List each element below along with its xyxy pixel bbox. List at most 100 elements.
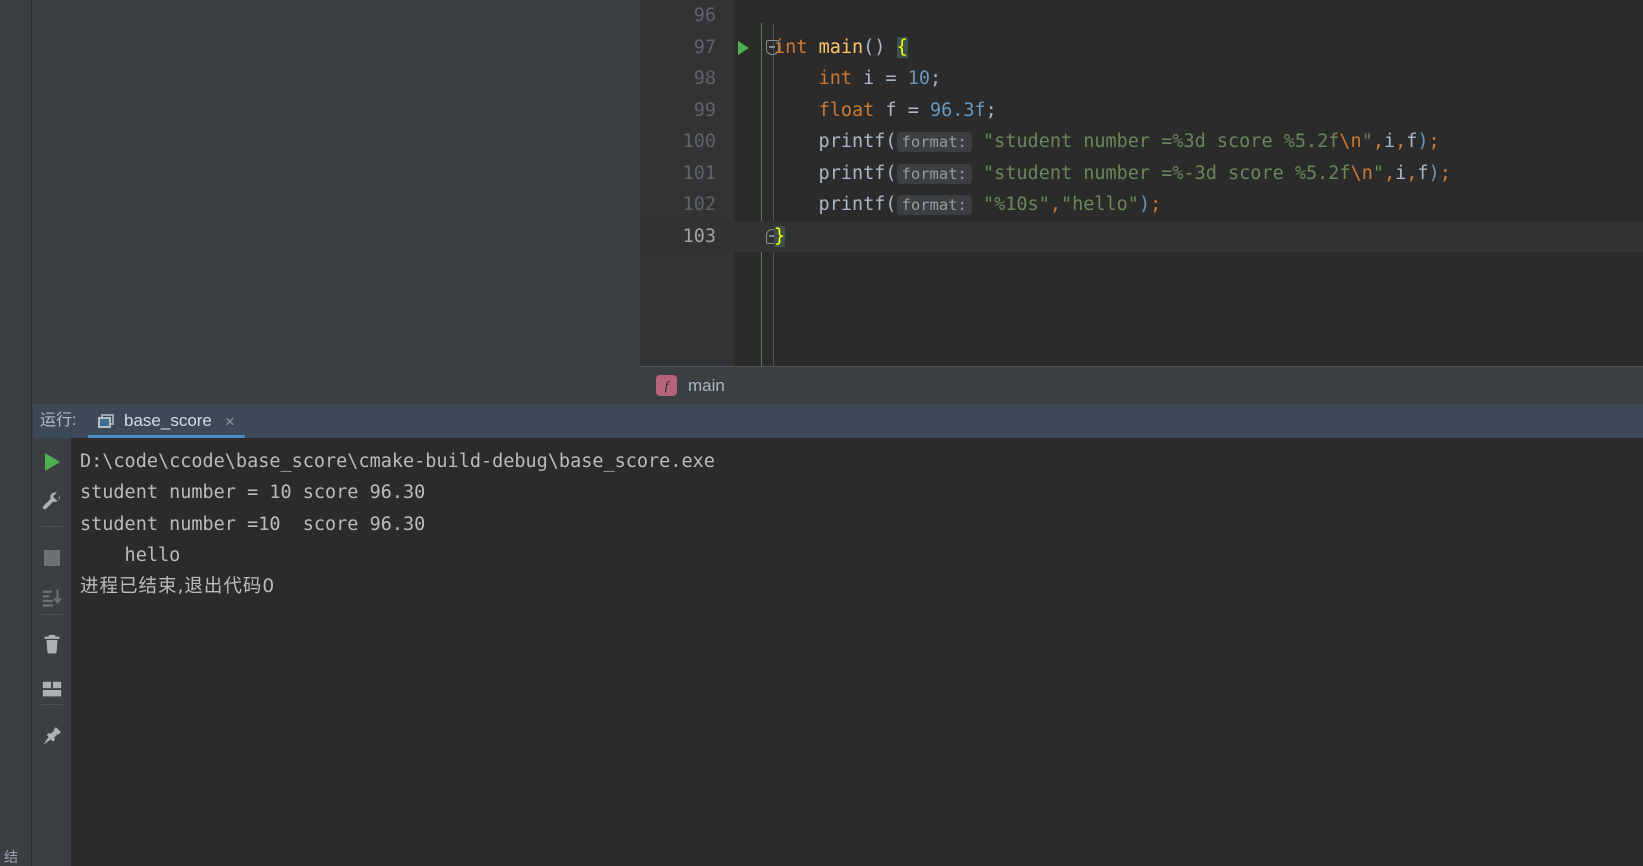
code-token: printf( [774, 194, 897, 215]
code-token: = [907, 99, 930, 121]
run-tool-window: 运行: base_score × D:\code\ccode\base_scor… [33, 404, 1643, 866]
code-token: { [896, 36, 908, 58]
scroll-to-end-icon-glyph [42, 589, 62, 607]
line-number: 96 [693, 5, 716, 26]
console-window-icon [98, 413, 115, 429]
stop-square [44, 550, 60, 566]
line-number: 101 [682, 162, 716, 184]
code-token: , [1395, 131, 1407, 152]
run-side-toolbar[interactable] [33, 438, 72, 866]
code-text: int main() { [774, 32, 908, 64]
pin-tab-icon-glyph [43, 727, 61, 745]
code-line[interactable]: 102 printf(format: "%10s","hello"); [640, 189, 1643, 221]
code-token: "hello" [1060, 194, 1139, 215]
code-line[interactable]: 96 [640, 0, 1643, 32]
layout-icon-glyph [42, 681, 62, 697]
breadcrumb-item-main[interactable]: main [688, 376, 725, 396]
console-line: student number =10 score 96.30 [80, 513, 426, 535]
toolbar-separator [41, 526, 63, 527]
code-token: , [1049, 194, 1061, 215]
run-window-title: 运行: [40, 412, 77, 429]
code-token: } [774, 225, 786, 247]
ide-window: 结 96 97 int main() {98 int i = 10; 99 float… [0, 0, 1643, 866]
run-gutter-icon[interactable] [738, 40, 749, 55]
line-number: 102 [682, 194, 716, 215]
left-strip-glyph[interactable]: 结 [4, 848, 28, 866]
code-token: ) [1417, 131, 1429, 152]
code-token: "student number =%-3d score %5.2f [983, 162, 1351, 184]
breadcrumb[interactable]: f main [640, 366, 1643, 404]
code-token: i [1395, 162, 1407, 184]
code-text: printf(format: "student number =%3d scor… [774, 126, 1440, 159]
code-token: ; [929, 68, 942, 89]
param-hint: format: [896, 195, 972, 215]
console-line: D:\code\ccode\base_score\cmake-build-deb… [80, 451, 715, 472]
code-token: "student number =%3d score %5.2f [983, 131, 1340, 152]
close-icon[interactable]: × [225, 413, 235, 430]
code-token: , [1383, 162, 1396, 184]
line-number: 97 [693, 36, 716, 58]
param-hint: format: [896, 163, 972, 184]
code-text: } [774, 221, 786, 253]
code-text: float f = 96.3f; [774, 95, 997, 127]
rerun-icon[interactable] [33, 442, 71, 482]
function-badge-icon: f [656, 375, 677, 396]
code-token: ) [1428, 162, 1440, 184]
line-number: 98 [693, 68, 716, 89]
code-token: "%10s" [983, 194, 1050, 215]
code-line[interactable]: 103} [640, 220, 1643, 253]
code-line[interactable]: 97 int main() { [640, 32, 1643, 64]
code-text: printf(format: "%10s","hello"); [774, 189, 1161, 222]
run-tab-base-score[interactable]: base_score × [88, 404, 245, 438]
code-line[interactable]: 101 printf(format: "student number =%-3d… [640, 158, 1643, 190]
code-token: " [1361, 131, 1373, 152]
settings-icon-glyph [42, 492, 60, 510]
code-token: ; [985, 99, 997, 121]
line-number: 99 [693, 99, 716, 121]
code-token: f [1406, 131, 1418, 152]
code-token: ; [1439, 162, 1451, 184]
code-token: 96.3f [929, 99, 986, 121]
code-text: printf(format: "student number =%-3d sco… [774, 158, 1451, 191]
code-token: int [818, 68, 852, 89]
code-line[interactable]: 100 printf(format: "student number =%3d … [640, 126, 1643, 158]
scroll-to-end-icon[interactable] [33, 578, 71, 618]
code-token: f [874, 99, 908, 121]
clear-all-icon[interactable] [33, 624, 71, 664]
code-token: i [1383, 131, 1396, 152]
line-number: 100 [682, 131, 716, 152]
console-output[interactable]: D:\code\ccode\base_score\cmake-build-deb… [72, 438, 1643, 866]
code-line[interactable]: 99 float f = 96.3f; [640, 95, 1643, 127]
code-token: , [1372, 131, 1384, 152]
run-tab-header: 运行: base_score × [33, 404, 1643, 438]
code-lines[interactable]: 96 97 int main() {98 int i = 10; 99 float f… [640, 0, 1643, 366]
code-token: \n [1339, 131, 1362, 152]
code-editor[interactable]: 96 97 int main() {98 int i = 10; 99 float f… [640, 0, 1643, 366]
console-line: hello [80, 544, 181, 566]
code-token: \n [1350, 162, 1373, 184]
param-hint: format: [896, 132, 972, 152]
code-token: , [1406, 162, 1418, 184]
code-token: " [1372, 162, 1384, 184]
settings-icon[interactable] [33, 482, 71, 522]
code-token: float [818, 99, 875, 121]
code-line[interactable]: 98 int i = 10; [640, 63, 1643, 95]
code-token: f [1417, 162, 1429, 184]
code-token: ) [1138, 194, 1151, 215]
console-line: student number = 10 score 96.30 [80, 482, 426, 504]
layout-icon[interactable] [33, 670, 71, 710]
line-number: 103 [682, 225, 716, 247]
code-token: int [774, 36, 808, 58]
code-token: = [885, 68, 908, 89]
pin-tab-icon[interactable] [33, 716, 71, 756]
left-tool-strip: 结 [0, 0, 32, 866]
stop-icon[interactable] [33, 538, 71, 578]
code-token: printf( [774, 162, 897, 184]
code-token: main [818, 36, 864, 58]
code-token: printf( [774, 131, 897, 152]
play-triangle [44, 453, 60, 471]
code-text: int i = 10; [774, 63, 942, 95]
